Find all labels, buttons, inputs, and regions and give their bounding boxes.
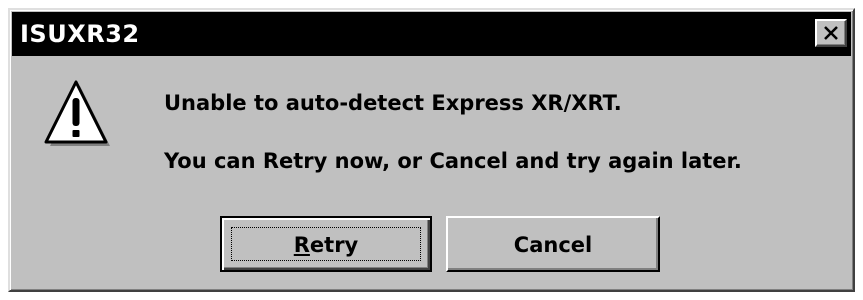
cancel-button-label: Cancel (513, 233, 593, 257)
retry-label-rest: etry (309, 233, 359, 257)
title-bar[interactable]: ISUXR32 (12, 12, 851, 56)
close-icon (824, 26, 838, 40)
window-title: ISUXR32 (20, 20, 140, 48)
retry-mnemonic: R (293, 233, 310, 257)
close-button[interactable] (815, 19, 847, 47)
warning-exclamation-icon (40, 80, 116, 159)
message-line-1: Unable to auto-detect Express XR/XRT. (164, 91, 622, 115)
cancel-button[interactable]: Cancel (446, 216, 660, 272)
message-line-2: You can Retry now, or Cancel and try aga… (164, 149, 742, 173)
retry-button[interactable]: Retry (220, 216, 432, 272)
retry-button-label: Retry (222, 232, 430, 258)
message-dialog: ISUXR32 Unable to auto-detect Express XR… (8, 8, 855, 292)
